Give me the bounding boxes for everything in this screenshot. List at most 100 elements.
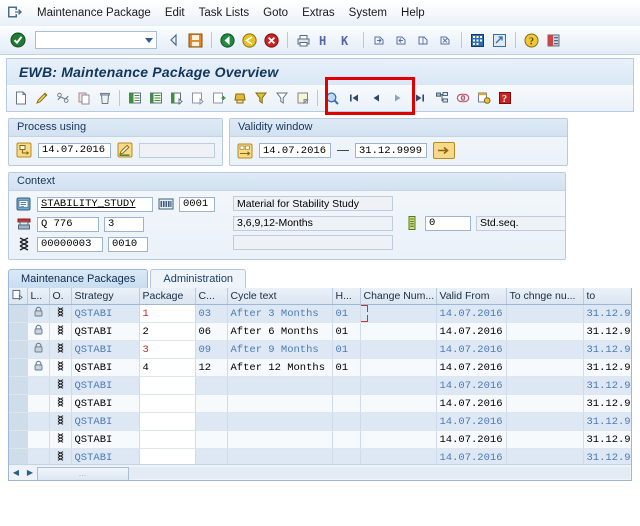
tab-administration[interactable]: Administration xyxy=(150,269,247,288)
sap-system-menu-icon[interactable] xyxy=(6,5,24,21)
cell-cycle[interactable]: 06 xyxy=(195,322,228,341)
menu-item-system[interactable]: System xyxy=(342,5,394,21)
cell-package[interactable] xyxy=(139,430,196,449)
print-icon[interactable] xyxy=(294,31,313,50)
cell-tochange[interactable] xyxy=(506,358,584,377)
filter-icon[interactable] xyxy=(272,89,291,108)
cell-strategy[interactable]: QSTABI xyxy=(71,304,140,323)
row-selector[interactable] xyxy=(9,358,28,377)
choose-icon[interactable] xyxy=(167,89,186,108)
cell-strategy[interactable]: QSTABI xyxy=(71,394,140,413)
apply-validity-button[interactable] xyxy=(433,142,455,159)
menu-item-maintenance-package[interactable]: Maintenance Package xyxy=(30,5,158,21)
note-icon[interactable] xyxy=(293,89,312,108)
cell-package[interactable]: 2 xyxy=(139,322,196,341)
menu-item-edit[interactable]: Edit xyxy=(158,5,192,21)
create-session-icon[interactable] xyxy=(468,31,487,50)
help-icon[interactable]: ? xyxy=(522,31,541,50)
next-record-button[interactable] xyxy=(388,88,408,108)
process-using-date-field[interactable]: 14.07.2016 xyxy=(38,142,111,158)
previous-page-icon[interactable] xyxy=(392,31,411,50)
cell-package[interactable] xyxy=(139,376,196,395)
table-row[interactable]: QSTABI 14.07.2016 31.12.9999 xyxy=(9,430,631,449)
select-all-corner-icon[interactable] xyxy=(9,288,28,305)
help-red-icon[interactable]: ? xyxy=(495,89,514,108)
change-number-icon[interactable] xyxy=(117,142,133,158)
cell-to[interactable]: 31.12.9999 xyxy=(583,340,631,359)
cell-validfrom[interactable]: 14.07.2016 xyxy=(436,304,507,323)
cell-changenum-focused[interactable] xyxy=(360,304,437,323)
cell-strategy[interactable]: QSTABI xyxy=(71,430,140,449)
detail-icon[interactable] xyxy=(146,89,165,108)
cell-to[interactable]: 31.12.9999 xyxy=(583,304,631,323)
table-row[interactable]: QSTABI 14.07.2016 31.12.9999 xyxy=(9,376,631,395)
table-row[interactable]: QSTABI 1 03 After 3 Months 01 14.07.2016 31.12… xyxy=(9,304,631,323)
cell-tochange[interactable] xyxy=(506,322,584,341)
sequence-field[interactable]: 0 xyxy=(425,215,471,231)
cell-changenum[interactable] xyxy=(360,376,437,395)
customize-layout-icon[interactable] xyxy=(544,31,563,50)
find-icon[interactable] xyxy=(323,89,342,108)
new-icon[interactable] xyxy=(11,89,30,108)
cell-h[interactable]: 01 xyxy=(332,322,361,341)
command-field[interactable] xyxy=(35,31,157,49)
grid-column-header-h[interactable]: H... xyxy=(332,288,361,305)
validity-to-field[interactable]: 31.12.9999 xyxy=(355,143,427,158)
insert-row-icon[interactable] xyxy=(125,89,144,108)
find-next-icon[interactable]: K xyxy=(338,31,357,50)
task-list-group-icon[interactable] xyxy=(16,196,32,212)
cell-changenum[interactable] xyxy=(360,394,437,413)
cell-strategy[interactable]: QSTABI xyxy=(71,322,140,341)
cell-changenum[interactable] xyxy=(360,412,437,431)
cell-h[interactable] xyxy=(332,412,361,431)
cell-strategy[interactable]: QSTABI xyxy=(71,340,140,359)
cell-tochange[interactable] xyxy=(506,376,584,395)
delete-icon[interactable] xyxy=(95,89,114,108)
cell-cycle[interactable]: 09 xyxy=(195,340,228,359)
chevron-down-icon[interactable] xyxy=(145,37,153,43)
grid-column-header-to[interactable]: to xyxy=(583,288,631,305)
menu-item-goto[interactable]: Goto xyxy=(256,5,295,21)
cell-package[interactable]: 1 xyxy=(139,304,196,323)
cell-cycle[interactable] xyxy=(195,412,228,431)
display-icon[interactable] xyxy=(53,89,72,108)
worklist-icon[interactable] xyxy=(453,89,472,108)
cell-validfrom[interactable]: 14.07.2016 xyxy=(436,376,507,395)
cell-validfrom[interactable]: 14.07.2016 xyxy=(436,430,507,449)
first-page-icon[interactable] xyxy=(370,31,389,50)
cell-tochange[interactable] xyxy=(506,412,584,431)
grid-column-header-validfrom[interactable]: Valid From xyxy=(436,288,507,305)
cell-cycle[interactable] xyxy=(195,394,228,413)
cell-tochange[interactable] xyxy=(506,304,584,323)
table-row[interactable]: QSTABI 14.07.2016 31.12.9999 xyxy=(9,394,631,413)
cell-changenum[interactable] xyxy=(360,430,437,449)
cell-cycle[interactable] xyxy=(195,376,228,395)
validity-window-icon[interactable] xyxy=(237,143,253,159)
save-icon[interactable] xyxy=(186,31,205,50)
cell-strategy[interactable]: QSTABI xyxy=(71,412,140,431)
cell-package[interactable]: 4 xyxy=(139,358,196,377)
cell-to[interactable]: 31.12.9999 xyxy=(583,430,631,449)
plant-icon[interactable] xyxy=(16,216,32,232)
menu-item-help[interactable]: Help xyxy=(394,5,432,21)
table-row[interactable]: QSTABI 3 09 After 9 Months 01 14.07.2016 31.12… xyxy=(9,340,631,359)
grid-column-header-cycletext[interactable]: Cycle text xyxy=(227,288,333,305)
grid-column-header-cycle[interactable]: C... xyxy=(195,288,228,305)
grid-column-header-op[interactable]: O. xyxy=(49,288,72,305)
plant-counter-field[interactable]: 3 xyxy=(104,216,144,232)
grid-column-header-package[interactable]: Package xyxy=(139,288,196,305)
row-selector[interactable] xyxy=(9,376,28,395)
cell-h[interactable] xyxy=(332,394,361,413)
copy-icon[interactable] xyxy=(74,89,93,108)
row-selector[interactable] xyxy=(9,394,28,413)
cell-package[interactable]: 3 xyxy=(139,340,196,359)
cell-validfrom[interactable]: 14.07.2016 xyxy=(436,340,507,359)
cell-h[interactable] xyxy=(332,430,361,449)
table-row[interactable]: QSTABI 2 06 After 6 Months 01 14.07.2016 31.12… xyxy=(9,322,631,341)
row-selector[interactable] xyxy=(9,412,28,431)
menu-item-extras[interactable]: Extras xyxy=(295,5,342,21)
cell-cycletext[interactable] xyxy=(227,412,333,431)
previous-record-button[interactable] xyxy=(366,88,386,108)
process-using-change-field[interactable] xyxy=(138,142,215,158)
create-shortcut-icon[interactable] xyxy=(490,31,509,50)
